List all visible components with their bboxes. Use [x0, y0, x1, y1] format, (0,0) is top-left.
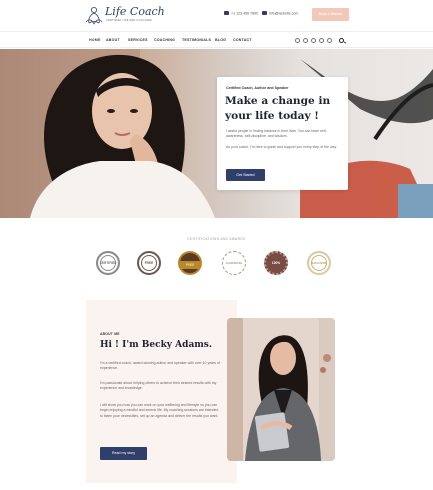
- certifications-heading: CERTIFICATIONS AND AWARDS: [187, 237, 246, 241]
- hero-paragraph-2: As your coach, I'm here to guide and sup…: [226, 145, 337, 149]
- badge-100-percent-label: 100%: [271, 261, 281, 265]
- logo-text: Life Coach: [105, 5, 165, 18]
- nav-home[interactable]: HOME: [89, 38, 101, 42]
- get-started-button[interactable]: Get Started: [226, 169, 265, 181]
- phone-icon: [224, 11, 229, 15]
- nav-blog[interactable]: BLOG: [215, 38, 226, 42]
- badge-guarantee-label: GUARANTEE: [225, 261, 243, 265]
- badge-100-percent: 100%: [264, 251, 288, 275]
- badge-free-dark-label: FREE: [144, 261, 154, 265]
- badge-free-dark: FREE: [137, 251, 161, 275]
- mail-icon: [262, 11, 267, 15]
- portrait-photo: [227, 318, 335, 461]
- logo[interactable]: Life Coach CERTIFIED LIFE AND COACHING: [84, 4, 165, 26]
- phone-contact[interactable]: +1 123 456 7890: [224, 11, 258, 16]
- instagram-icon[interactable]: [303, 38, 308, 43]
- badge-exclusive: EXCLUSIVE: [307, 251, 331, 275]
- hero-paragraph-1: I assist people in finding balance in th…: [226, 129, 327, 139]
- badge-exclusive-label: EXCLUSIVE: [311, 261, 327, 265]
- badge-free-gold-label: FREE: [180, 261, 200, 269]
- nav-contact[interactable]: CONTACT: [233, 38, 252, 42]
- facebook-icon[interactable]: [295, 38, 300, 43]
- badge-guarantee: GUARANTEE: [222, 251, 246, 275]
- badge-certified: CERTIFIED: [96, 251, 120, 275]
- main-navigation: HOME ABOUT SERVICES COACHING TESTIMONIAL…: [0, 31, 433, 48]
- email-contact[interactable]: info@website.com: [262, 11, 298, 16]
- hero-card: Certified Coach, Author and Speaker Make…: [217, 77, 348, 190]
- book-session-button[interactable]: Book a Session: [312, 8, 349, 21]
- badge-free-gold: FREE: [178, 251, 202, 275]
- youtube-icon[interactable]: [327, 38, 332, 43]
- phone-number: +1 123 456 7890: [231, 11, 259, 16]
- logo-tagline: CERTIFIED LIFE AND COACHING: [106, 19, 152, 22]
- nav-services[interactable]: SERVICES: [128, 38, 148, 42]
- search-icon[interactable]: [339, 37, 344, 43]
- twitter-icon[interactable]: [311, 38, 316, 43]
- lotus-logo-icon: [85, 7, 103, 25]
- nav-about[interactable]: ABOUT: [106, 38, 120, 42]
- about-title: Hi ! I'm Becky Adams.: [100, 340, 213, 350]
- linkedin-icon[interactable]: [319, 38, 324, 43]
- about-paragraph-3: I will show you how you can work on your…: [100, 403, 219, 418]
- read-my-story-button[interactable]: Read my story: [100, 447, 147, 460]
- about-paragraph-1: I'm a certified coach, award-winning aut…: [100, 361, 220, 371]
- coach-portrait: [227, 318, 335, 461]
- about-kicker: ABOUT ME: [100, 332, 120, 336]
- nav-coaching[interactable]: COACHING: [154, 38, 175, 42]
- email-address: info@website.com: [269, 11, 299, 16]
- hero-kicker: Certified Coach, Author and Speaker: [226, 86, 289, 90]
- nav-testimonials[interactable]: TESTIMONIALS: [182, 38, 211, 42]
- about-paragraph-2: I'm passionate about helping others to a…: [100, 381, 217, 391]
- hero-section: Certified Coach, Author and Speaker Make…: [0, 49, 433, 218]
- hero-title: Make a change in your life today !: [225, 95, 331, 122]
- top-header: Life Coach CERTIFIED LIFE AND COACHING +…: [0, 0, 433, 30]
- badge-certified-label: CERTIFIED: [99, 261, 117, 265]
